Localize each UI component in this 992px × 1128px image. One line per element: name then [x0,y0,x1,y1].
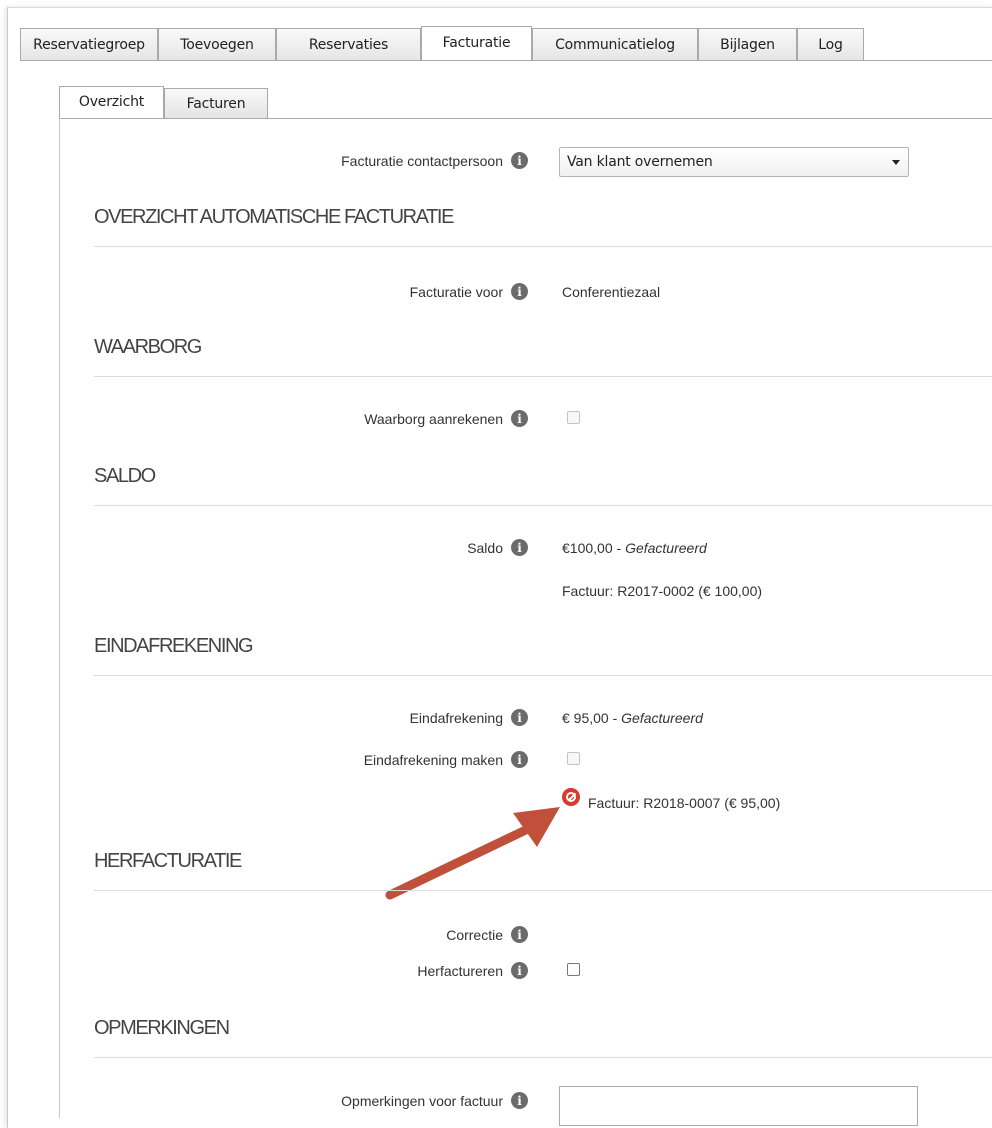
section-opmerkingen: OPMERKINGEN [94,1017,992,1058]
waarborg-label: Waarborg aanrekenen i [364,410,528,427]
chevron-down-icon [892,160,900,165]
tab-overzicht[interactable]: Overzicht [59,86,164,118]
tab-facturatie[interactable]: Facturatie [421,26,532,60]
section-title: OVERZICHT AUTOMATISCHE FACTURATIE [94,206,454,228]
waarborg-text: Waarborg aanrekenen [364,410,503,427]
contact-select-value: Van klant overnemen [567,154,713,170]
info-icon[interactable]: i [511,1092,528,1109]
saldo-value: €100,00 - Gefactureerd [562,540,707,556]
info-icon[interactable]: i [511,962,528,979]
section-title: SALDO [94,465,156,487]
section-title: HERFACTURATIE [94,850,242,872]
saldo-label: Saldo i [467,539,528,556]
herfactureren-text: Herfactureren [417,962,503,979]
saldo-invoice[interactable]: Factuur: R2017-0002 (€ 100,00) [562,583,762,599]
subpanel-border [59,118,60,1118]
eindafrekening-label: Eindafrekening i [410,709,528,726]
section-auto-facturatie: OVERZICHT AUTOMATISCHE FACTURATIE [94,206,992,247]
info-icon[interactable]: i [511,709,528,726]
herfactureren-label: Herfactureren i [417,962,528,979]
facturatie-voor-value: Conferentiezaal [562,284,661,300]
facturatie-voor-text: Facturatie voor [409,283,503,300]
contact-label: Facturatie contactpersoon i [341,152,528,169]
opmerkingen-label: Opmerkingen voor factuur i [341,1092,528,1109]
contact-select[interactable]: Van klant overnemen [559,147,909,177]
tab-toevoegen[interactable]: Toevoegen [158,28,276,60]
section-title: EINDAFREKENING [94,635,254,657]
eind-maken-checkbox[interactable] [567,752,580,765]
tab-bijlagen[interactable]: Bijlagen [698,28,797,60]
eindafrekening-amount: € 95,00 - [562,710,622,726]
eind-maken-text: Eindafrekening maken [363,751,503,768]
tab-reservaties[interactable]: Reservaties [276,28,421,60]
opmerkingen-text: Opmerkingen voor factuur [341,1092,503,1109]
section-title: OPMERKINGEN [94,1017,230,1039]
eindafrekening-text: Eindafrekening [409,709,503,726]
tab-communicatielog[interactable]: Communicatielog [532,28,698,60]
info-icon[interactable]: i [511,283,528,300]
eindafrekening-value: € 95,00 - Gefactureerd [562,710,703,726]
tab-facturen[interactable]: Facturen [164,88,268,118]
section-waarborg: WAARBORG [94,336,992,377]
info-icon[interactable]: i [511,410,528,427]
info-icon[interactable]: i [511,926,528,943]
info-icon[interactable]: i [511,539,528,556]
eind-maken-label: Eindafrekening maken i [364,751,528,768]
correctie-text: Correctie [446,926,503,943]
facturatie-voor-label: Facturatie voor i [410,283,528,300]
eind-invoice[interactable]: Factuur: R2018-0007 (€ 95,00) [588,795,780,811]
section-title: WAARBORG [94,336,202,358]
section-herfacturatie: HERFACTURATIE [94,850,992,891]
tab-log[interactable]: Log [797,28,864,60]
main-tabs: Reservatiegroep Toevoegen Reservaties Fa… [20,26,992,61]
eindafrekening-status: Gefactureerd [621,710,703,726]
tab-reservatiegroep[interactable]: Reservatiegroep [20,28,158,60]
waarborg-checkbox[interactable] [567,411,580,424]
contact-label-text: Facturatie contactpersoon [341,152,503,169]
correctie-label: Correctie i [446,926,528,943]
opmerkingen-textarea[interactable] [559,1086,918,1126]
sub-tabs: Overzicht Facturen [59,86,992,120]
section-eindafrekening: EINDAFREKENING [94,635,992,676]
saldo-status: Gefactureerd [625,540,707,556]
saldo-amount: €100,00 - [562,540,626,556]
info-icon[interactable]: i [511,152,528,169]
info-icon[interactable]: i [511,751,528,768]
section-saldo: SALDO [94,465,992,506]
saldo-text: Saldo [467,539,503,556]
herfactureren-checkbox[interactable] [567,963,580,976]
